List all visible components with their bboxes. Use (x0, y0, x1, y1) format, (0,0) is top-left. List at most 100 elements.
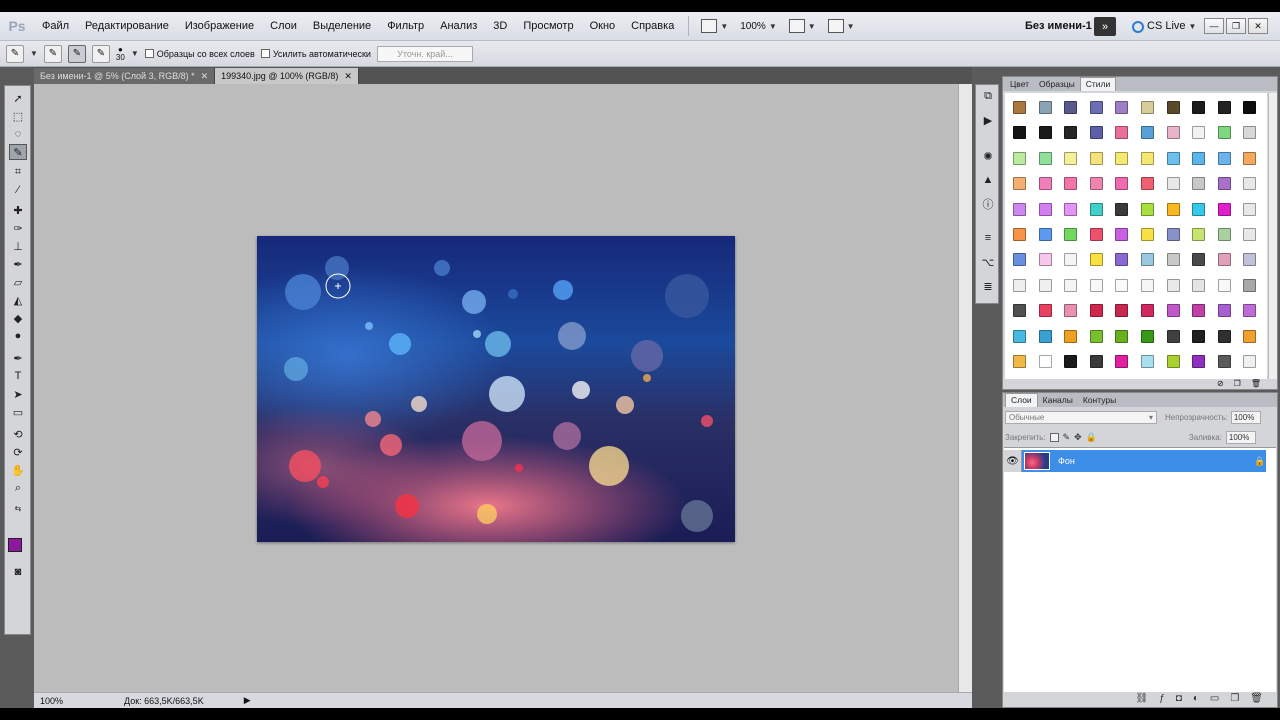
brush-size-picker[interactable]: ● 30 (116, 45, 125, 62)
style-swatch[interactable] (1161, 146, 1185, 170)
lock-transparency-icon[interactable] (1049, 432, 1059, 442)
style-swatch[interactable] (1033, 222, 1057, 246)
restore-button[interactable]: ❐ (1226, 18, 1246, 34)
3d-rotate-tool-icon[interactable]: ⟲ (9, 426, 27, 442)
style-swatch[interactable] (1033, 298, 1057, 322)
style-swatch[interactable] (1084, 197, 1108, 221)
style-swatch[interactable] (1007, 273, 1031, 297)
style-swatch[interactable] (1237, 197, 1261, 221)
style-swatch[interactable] (1161, 120, 1185, 144)
style-swatch[interactable] (1161, 273, 1185, 297)
tab-color[interactable]: Цвет (1005, 78, 1034, 91)
lock-all-icon[interactable]: 🔒 (1086, 432, 1097, 443)
quick-mask-icon[interactable]: ◙ (9, 564, 27, 580)
style-swatch[interactable] (1033, 324, 1057, 348)
style-swatch[interactable] (1058, 197, 1082, 221)
style-swatch[interactable] (1212, 298, 1236, 322)
style-swatch[interactable] (1135, 324, 1159, 348)
add-to-selection-icon[interactable]: ✎ (67, 44, 86, 63)
move-tool-icon[interactable]: ➚ (9, 90, 27, 106)
close-button[interactable]: ✕ (1248, 18, 1268, 34)
style-swatch[interactable] (1007, 95, 1031, 119)
adjustments-icon[interactable]: ≡ (980, 231, 996, 245)
style-swatch[interactable] (1033, 247, 1057, 271)
menu-item-1[interactable]: Редактирование (77, 12, 177, 41)
menu-item-10[interactable]: Справка (623, 12, 682, 41)
tab-swatches[interactable]: Образцы (1034, 78, 1080, 91)
type-tool-icon[interactable]: T (9, 368, 27, 384)
fx-icon[interactable]: ƒ (1159, 693, 1165, 707)
tool-preset-picker[interactable]: ✎ (6, 44, 24, 63)
style-swatch[interactable] (1007, 222, 1031, 246)
layer-row-background[interactable]: 👁 Фон 🔒 (1004, 450, 1266, 472)
add-mask-icon[interactable]: ◘ (1176, 693, 1182, 707)
style-swatch[interactable] (1135, 298, 1159, 322)
style-swatch[interactable] (1007, 324, 1031, 348)
tab-channels[interactable]: Каналы (1038, 394, 1078, 407)
style-swatch[interactable] (1161, 349, 1185, 373)
cs-live-menu[interactable]: CS Live ▼ (1132, 12, 1196, 41)
style-swatch[interactable] (1058, 146, 1082, 170)
menu-item-8[interactable]: Просмотр (515, 12, 581, 41)
delete-style-icon[interactable]: 🗑 (1251, 379, 1261, 389)
screen-mode-2-control[interactable]: ▼ (822, 19, 861, 33)
style-swatch[interactable] (1135, 171, 1159, 195)
style-swatch[interactable] (1058, 324, 1082, 348)
arrange-documents-control[interactable]: ▼ (783, 19, 822, 33)
3d-icon[interactable]: ✺ (980, 149, 996, 163)
style-swatch[interactable] (1212, 146, 1236, 170)
new-selection-icon[interactable]: ✎ (43, 44, 62, 63)
style-swatch[interactable] (1161, 171, 1185, 195)
style-swatch[interactable] (1033, 95, 1057, 119)
style-swatch[interactable] (1109, 120, 1133, 144)
style-swatch[interactable] (1161, 222, 1185, 246)
subtract-selection-icon[interactable]: ✎ (91, 44, 110, 63)
menu-item-9[interactable]: Окно (582, 12, 624, 41)
style-swatch[interactable] (1084, 95, 1108, 119)
style-swatch[interactable] (1084, 146, 1108, 170)
menu-item-4[interactable]: Выделение (305, 12, 379, 41)
style-swatch[interactable] (1161, 197, 1185, 221)
style-swatch[interactable] (1161, 247, 1185, 271)
style-swatch[interactable] (1084, 120, 1108, 144)
path-selection-tool-icon[interactable]: ➤ (9, 386, 27, 402)
style-swatch[interactable] (1109, 273, 1133, 297)
eraser-tool-icon[interactable]: ▱ (9, 274, 27, 290)
delete-layer-icon[interactable]: 🗑 (1250, 693, 1263, 707)
style-swatch[interactable] (1109, 146, 1133, 170)
style-swatch[interactable] (1033, 120, 1057, 144)
shape-tool-icon[interactable]: ▭ (9, 404, 27, 420)
style-swatch[interactable] (1212, 197, 1236, 221)
style-swatch[interactable] (1212, 324, 1236, 348)
actions-icon[interactable]: ▶ (980, 113, 996, 127)
style-swatch[interactable] (1237, 298, 1261, 322)
style-swatch[interactable] (1237, 120, 1261, 144)
brush-tool-icon[interactable]: ✑ (9, 220, 27, 236)
style-swatch[interactable] (1186, 197, 1210, 221)
style-swatch[interactable] (1212, 273, 1236, 297)
screen-mode-control[interactable]: ▼ (695, 19, 734, 33)
fill-field[interactable]: 100% (1225, 430, 1256, 444)
style-swatch[interactable] (1212, 171, 1236, 195)
style-swatch[interactable] (1109, 171, 1133, 195)
menu-item-5[interactable]: Фильтр (379, 12, 432, 41)
clear-style-icon[interactable]: ⊘ (1217, 379, 1224, 389)
style-swatch[interactable] (1212, 349, 1236, 373)
crop-tool-icon[interactable]: ⌗ (9, 164, 27, 180)
style-swatch[interactable] (1109, 349, 1133, 373)
style-swatch[interactable] (1186, 222, 1210, 246)
style-swatch[interactable] (1033, 349, 1057, 373)
quick-selection-tool-icon[interactable]: ✎ (9, 144, 27, 160)
style-swatch[interactable] (1186, 298, 1210, 322)
style-swatch[interactable] (1007, 197, 1031, 221)
style-swatch[interactable] (1109, 95, 1133, 119)
style-swatch[interactable] (1237, 247, 1261, 271)
style-swatch[interactable] (1033, 197, 1057, 221)
new-layer-icon[interactable]: ❐ (1230, 693, 1239, 707)
menu-item-2[interactable]: Изображение (177, 12, 262, 41)
zoom-tool-icon[interactable]: ⌕ (9, 480, 27, 496)
style-swatch[interactable] (1058, 171, 1082, 195)
history-brush-tool-icon[interactable]: ✒ (9, 256, 27, 272)
auto-enhance-checkbox[interactable]: Усилить автоматически (260, 49, 371, 59)
style-swatch[interactable] (1161, 95, 1185, 119)
